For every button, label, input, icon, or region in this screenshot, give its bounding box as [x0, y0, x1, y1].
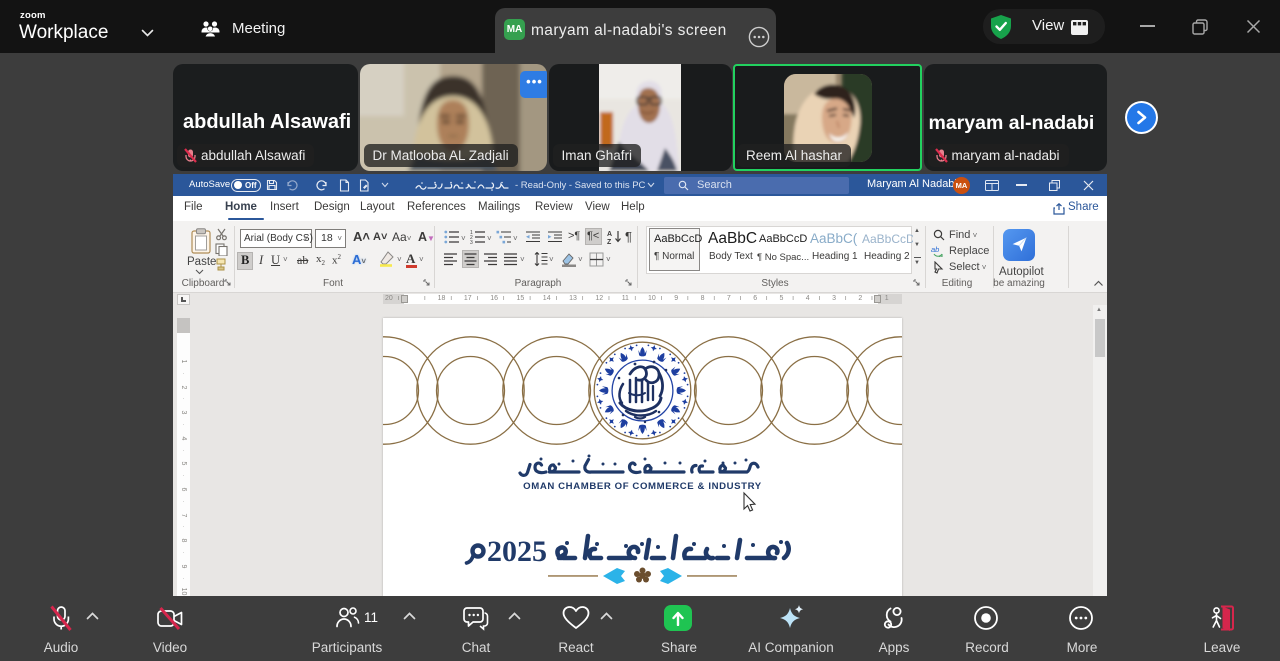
svg-text:3: 3 — [470, 240, 473, 244]
svg-text:A: A — [607, 231, 612, 238]
svg-text:ab: ab — [931, 245, 939, 254]
svg-text:Z: Z — [607, 239, 612, 244]
svg-text:2025: 2025 — [487, 535, 547, 568]
svg-text:OMAN CHAMBER OF COMMERCE & IND: OMAN CHAMBER OF COMMERCE & INDUSTRY — [523, 481, 762, 492]
